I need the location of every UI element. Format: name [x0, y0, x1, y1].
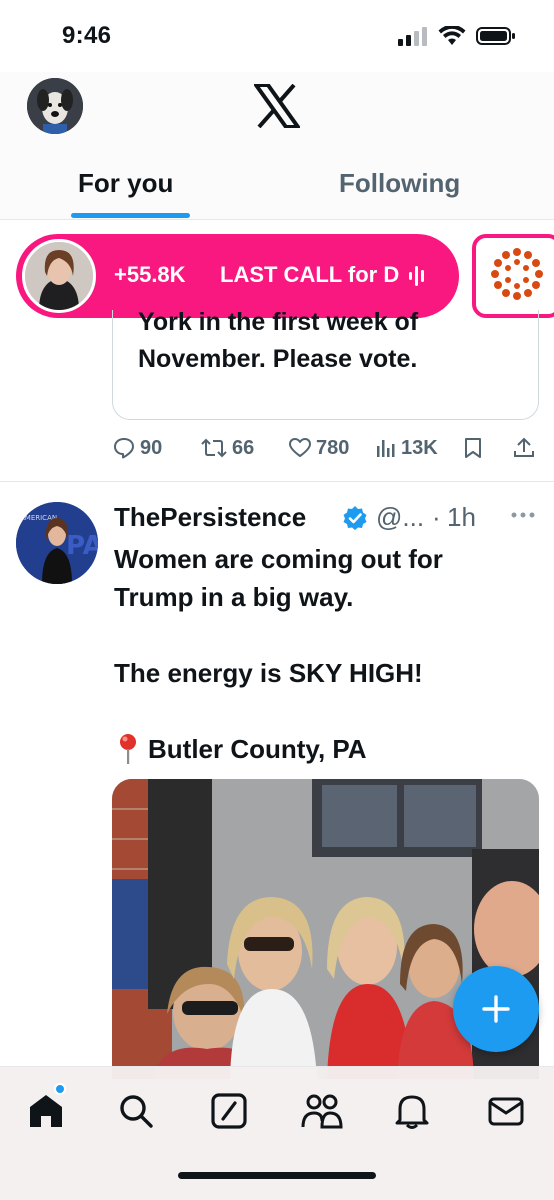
home-indicator — [178, 1172, 376, 1179]
post-timestamp[interactable]: 1h — [447, 502, 476, 533]
live-space-pill[interactable]: +55.8K LAST CALL for D — [16, 234, 459, 318]
post-line: Trump in a big way. — [114, 582, 354, 612]
status-time: 9:46 — [62, 22, 112, 49]
compose-button[interactable] — [453, 966, 539, 1052]
share-icon — [514, 437, 534, 457]
views-count: 13K — [401, 436, 438, 459]
post-text: Women are coming out for Trump in a big … — [114, 540, 534, 768]
location-line: Butler County, PA — [114, 730, 534, 768]
header: For you Following — [0, 72, 554, 220]
status-icons — [398, 26, 516, 46]
live-listener-count: +55.8K — [114, 262, 186, 287]
nav-messages[interactable] — [484, 1089, 528, 1133]
post-author-handle[interactable]: @... — [376, 502, 424, 533]
nav-home[interactable] — [24, 1083, 68, 1133]
svg-text:PA: PA — [66, 531, 98, 561]
audio-bars-icon — [409, 266, 424, 286]
live-host-avatar — [22, 239, 96, 313]
quoted-post-text: York in the first week of November. Plea… — [138, 310, 518, 378]
x-logo-icon[interactable] — [254, 84, 300, 128]
profile-avatar[interactable] — [27, 78, 83, 134]
tab-following[interactable]: Following — [277, 162, 554, 220]
communities-icon — [301, 1094, 343, 1129]
wifi-icon — [438, 26, 466, 45]
views-icon — [377, 440, 395, 457]
tab-following-label: Following — [339, 168, 461, 198]
live-space-title: LAST CALL for D — [220, 262, 400, 287]
bottom-nav — [0, 1066, 554, 1200]
messages-icon — [488, 1097, 524, 1126]
notifications-icon — [395, 1095, 429, 1129]
quote-line: York in the first week of — [138, 310, 419, 336]
post-divider — [0, 481, 554, 482]
heart-icon — [289, 438, 311, 457]
author-photo-image: AMERICAN PA — [16, 502, 98, 584]
tab-active-indicator — [71, 213, 190, 218]
repost-icon — [201, 438, 227, 458]
more-options-icon[interactable] — [510, 510, 536, 520]
timeline-tabs: For you Following — [0, 162, 554, 220]
status-bar: 9:46 — [0, 0, 554, 72]
reply-count: 90 — [140, 436, 163, 459]
post-author-avatar[interactable]: AMERICAN PA — [16, 502, 98, 584]
search-icon — [120, 1095, 153, 1128]
bookmark-button[interactable] — [462, 436, 484, 460]
plus-icon — [482, 995, 510, 1023]
dog-avatar-image — [27, 78, 83, 134]
share-button[interactable] — [512, 436, 536, 460]
post-separator: · — [432, 502, 441, 532]
quote-line: November. Please vote. — [138, 345, 418, 373]
reply-icon — [114, 438, 134, 459]
battery-icon — [476, 27, 515, 45]
signal-icon — [398, 27, 427, 46]
post-action-bar: 90 66 780 13K — [112, 436, 542, 468]
host-photo-image — [25, 242, 93, 310]
pin-icon — [120, 734, 136, 764]
repost-count: 66 — [232, 436, 255, 459]
post-line: Women are coming out for — [114, 544, 443, 574]
nav-notifications[interactable] — [390, 1089, 434, 1133]
nav-search[interactable] — [114, 1089, 158, 1133]
post-line: The energy is SKY HIGH! — [114, 658, 423, 688]
like-count: 780 — [316, 436, 350, 459]
grok-icon — [211, 1093, 247, 1129]
tab-for-you[interactable]: For you — [0, 162, 277, 220]
location-text: Butler County, PA — [148, 734, 367, 764]
home-icon — [30, 1095, 62, 1127]
bookmark-icon — [465, 438, 481, 458]
tab-for-you-label: For you — [78, 168, 174, 198]
reply-button[interactable]: 90 — [112, 436, 162, 460]
dotted-ring-icon — [491, 248, 543, 300]
home-notification-dot — [54, 1083, 66, 1095]
nav-grok[interactable] — [207, 1089, 251, 1133]
views-button[interactable]: 13K — [375, 436, 438, 460]
nav-communities[interactable] — [300, 1089, 344, 1133]
post-author-name[interactable]: ThePersistence — [114, 502, 306, 533]
post-header: ThePersistence @... · 1h — [114, 500, 536, 536]
live-space-secondary[interactable] — [472, 234, 554, 318]
like-button[interactable]: 780 — [288, 436, 349, 460]
repost-button[interactable]: 66 — [200, 436, 254, 460]
verified-badge-icon — [343, 506, 367, 530]
quoted-post-card[interactable]: York in the first week of November. Plea… — [112, 310, 539, 420]
